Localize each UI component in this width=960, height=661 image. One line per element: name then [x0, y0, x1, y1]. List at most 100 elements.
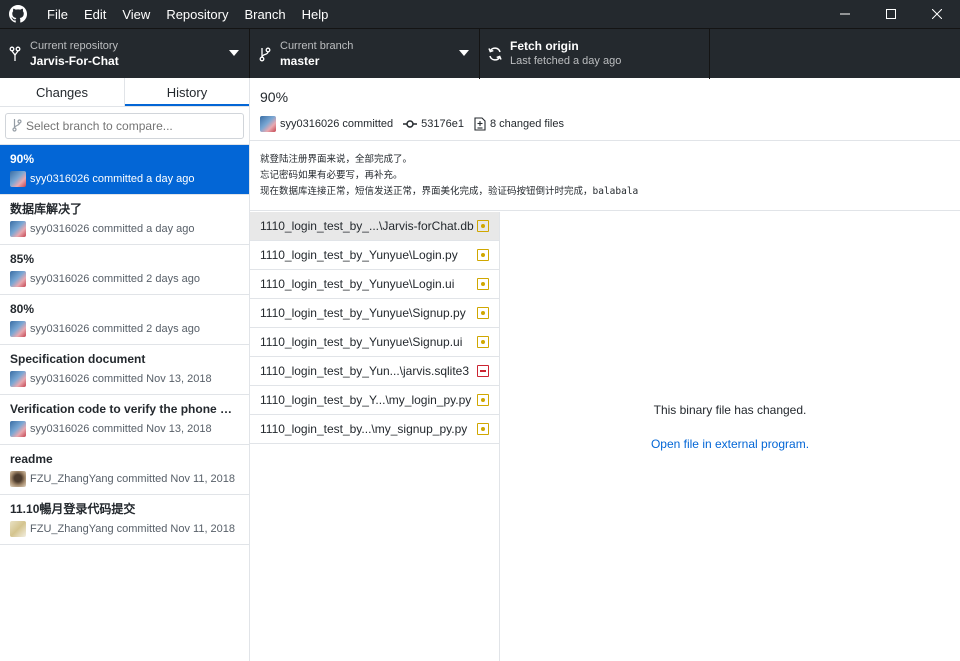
- file-list-item[interactable]: 1110_login_test_by_Yunyue\Signup.ui: [250, 328, 499, 357]
- file-path: 1110_login_test_by_...\Jarvis-forChat.db: [260, 219, 474, 233]
- file-path: 1110_login_test_by_Yunyue\Signup.py: [260, 306, 466, 320]
- file-modified-icon: [477, 307, 489, 319]
- commit-meta: syy0316026 committed 2 days ago: [30, 323, 200, 335]
- chevron-down-icon: [229, 50, 239, 56]
- close-icon: [932, 9, 942, 19]
- file-modified-icon: [477, 249, 489, 261]
- diff-pane: This binary file has changed. Open file …: [500, 212, 960, 661]
- file-modified-icon: [477, 220, 489, 232]
- file-path: 1110_login_test_by_Yunyue\Signup.ui: [260, 335, 463, 349]
- repo-icon: [0, 46, 30, 62]
- avatar: [10, 471, 26, 487]
- commit-icon: [403, 119, 418, 129]
- file-path: 1110_login_test_by_Yunyue\Login.py: [260, 248, 458, 262]
- file-list-item[interactable]: 1110_login_test_by_Yun...\jarvis.sqlite3: [250, 357, 499, 386]
- maximize-button[interactable]: [868, 0, 914, 28]
- commit-list-item[interactable]: 80% syy0316026 committed 2 days ago: [0, 295, 249, 345]
- branch-compare-icon: [12, 118, 22, 135]
- diff-file-icon: [474, 117, 486, 131]
- commit-meta: syy0316026 committed Nov 13, 2018: [30, 423, 212, 435]
- file-list-item[interactable]: 1110_login_test_by_Yunyue\Signup.py: [250, 299, 499, 328]
- commit-list: 90% syy0316026 committed a day ago 数据库解决…: [0, 145, 249, 545]
- commit-meta: syy0316026 committed Nov 13, 2018: [30, 373, 212, 385]
- file-list-item[interactable]: 1110_login_test_by_Yunyue\Login.py: [250, 241, 499, 270]
- open-external-link[interactable]: Open file in external program.: [651, 437, 809, 451]
- avatar: [10, 521, 26, 537]
- menu-help[interactable]: Help: [294, 0, 337, 28]
- menu-edit[interactable]: Edit: [76, 0, 114, 28]
- menu-file[interactable]: File: [39, 0, 76, 28]
- minimize-icon: [840, 13, 850, 15]
- current-branch-button[interactable]: Current branch master: [250, 29, 480, 79]
- sidebar-tabs: Changes History: [0, 78, 249, 107]
- fetch-subtitle: Last fetched a day ago: [510, 55, 622, 67]
- menu-bar: File Edit View Repository Branch Help: [39, 0, 336, 28]
- tab-changes[interactable]: Changes: [0, 78, 125, 106]
- title-bar: File Edit View Repository Branch Help: [0, 0, 960, 28]
- commit-meta: FZU_ZhangYang committed Nov 11, 2018: [30, 523, 236, 535]
- file-list-item[interactable]: 1110_login_test_by_...\Jarvis-forChat.db: [250, 212, 499, 241]
- commit-list-item[interactable]: Specification document syy0316026 commit…: [0, 345, 249, 395]
- file-modified-icon: [477, 278, 489, 290]
- description-line: 就登陆注册界面来说，全部完成了。: [260, 154, 413, 165]
- commit-meta: syy0316026 committed 2 days ago: [30, 273, 200, 285]
- branch-name: master: [280, 54, 320, 68]
- file-list-item[interactable]: 1110_login_test_by_Y...\my_login_py.py: [250, 386, 499, 415]
- current-repository-button[interactable]: Current repository Jarvis-For-Chat: [0, 29, 250, 79]
- commit-sha[interactable]: 53176e1: [421, 118, 464, 130]
- commit-list-item[interactable]: 85% syy0316026 committed 2 days ago: [0, 245, 249, 295]
- repo-label: Current repository: [30, 40, 119, 52]
- close-button[interactable]: [914, 0, 960, 28]
- avatar: [10, 271, 26, 287]
- commit-list-item[interactable]: Verification code to verify the phone nu…: [0, 395, 249, 445]
- file-list-item[interactable]: 1110_login_test_by_Yunyue\Login.ui: [250, 270, 499, 299]
- compare-box[interactable]: [5, 113, 244, 139]
- chevron-down-icon: [459, 50, 469, 56]
- commit-summary: readme: [10, 452, 53, 466]
- description-line: 忘记密码如果有必要写，再补充。: [260, 170, 403, 181]
- file-path: 1110_login_test_by_Yunyue\Login.ui: [260, 277, 455, 291]
- commit-list-item[interactable]: 数据库解决了 syy0316026 committed a day ago: [0, 195, 249, 245]
- commit-list-item[interactable]: 11.10暢月登录代码提交 FZU_ZhangYang committed No…: [0, 495, 249, 545]
- branch-compare: [0, 107, 249, 145]
- commit-description: 就登陆注册界面来说，全部完成了。 忘记密码如果有必要写，再补充。 现在数据库连接…: [250, 142, 960, 211]
- commit-summary: 11.10暢月登录代码提交: [10, 502, 136, 516]
- fetch-title: Fetch origin: [510, 39, 579, 53]
- avatar: [10, 371, 26, 387]
- commit-title: 90%: [260, 89, 289, 105]
- changed-files-count: 8 changed files: [489, 118, 564, 130]
- minimize-button[interactable]: [822, 0, 868, 28]
- binary-file-message: This binary file has changed.: [653, 402, 807, 417]
- menu-view[interactable]: View: [114, 0, 158, 28]
- avatar: [10, 171, 26, 187]
- sidebar: Changes History 90% syy0316026 committed…: [0, 78, 250, 661]
- file-list-item[interactable]: 1110_login_test_by...\my_signup_py.py: [250, 415, 499, 444]
- file-modified-icon: [477, 394, 489, 406]
- maximize-icon: [886, 9, 896, 19]
- commit-summary: Verification code to verify the phone nu…: [10, 402, 239, 416]
- file-deleted-icon: [477, 365, 489, 377]
- commit-meta-bar: syy0316026 committed 53176e1 8 changed f…: [260, 116, 950, 132]
- commit-header: 90% syy0316026 committed 53176e1 8 chang…: [250, 78, 960, 141]
- commit-meta: syy0316026 committed a day ago: [30, 223, 195, 235]
- commit-meta: FZU_ZhangYang committed Nov 11, 2018: [30, 473, 236, 485]
- avatar: [260, 116, 276, 132]
- tab-history[interactable]: History: [125, 78, 249, 106]
- avatar: [10, 221, 26, 237]
- menu-branch[interactable]: Branch: [236, 0, 293, 28]
- description-line: 现在数据库连接正常，短信发送正常，界面美化完成，验证码按钮倒计时完成，balab…: [260, 186, 639, 197]
- toolbar: Current repository Jarvis-For-Chat Curre…: [0, 28, 960, 79]
- branch-label: Current branch: [280, 40, 354, 52]
- window-controls: [822, 0, 960, 28]
- fetch-origin-button[interactable]: Fetch origin Last fetched a day ago: [480, 29, 710, 79]
- github-logo-icon: [3, 0, 33, 28]
- branch-compare-input[interactable]: [26, 119, 226, 133]
- commit-summary: 80%: [10, 302, 35, 316]
- commit-meta: syy0316026 committed a day ago: [30, 173, 195, 185]
- sync-icon: [480, 47, 510, 61]
- commit-list-item[interactable]: readme FZU_ZhangYang committed Nov 11, 2…: [0, 445, 249, 495]
- menu-repository[interactable]: Repository: [158, 0, 236, 28]
- commit-list-item[interactable]: 90% syy0316026 committed a day ago: [0, 145, 249, 195]
- repo-name: Jarvis-For-Chat: [30, 54, 119, 68]
- file-path: 1110_login_test_by...\my_signup_py.py: [260, 422, 468, 436]
